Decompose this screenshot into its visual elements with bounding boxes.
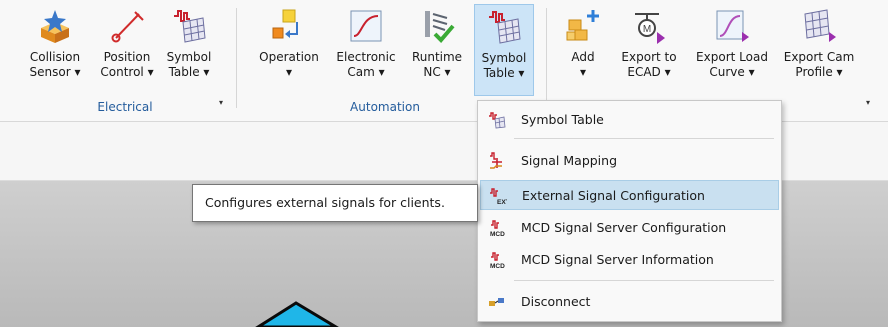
- export-to-ecad-button[interactable]: M Export to ECAD ▾: [614, 4, 684, 96]
- export-load-curve-icon: [716, 10, 749, 42]
- export-ecad-icon: M: [635, 13, 665, 44]
- symbol-table-automation-label: Symbol Table ▾: [481, 51, 527, 80]
- collision-sensor-button[interactable]: Collision Sensor ▾: [20, 4, 90, 96]
- runtime-nc-label: Runtime NC ▾: [411, 50, 463, 79]
- operation-button[interactable]: Operation ▾: [252, 4, 326, 96]
- svg-text:MCD: MCD: [490, 263, 505, 269]
- position-control-button[interactable]: Position Control ▾: [94, 4, 160, 96]
- svg-text:EXT: EXT: [497, 199, 507, 205]
- symbol-table-electrical-button[interactable]: Symbol Table ▾: [164, 4, 214, 96]
- position-control-label: Position Control ▾: [100, 50, 154, 79]
- collision-sensor-label: Collision Sensor ▾: [29, 50, 81, 79]
- export-cam-profile-icon: [804, 9, 836, 42]
- disconnect-icon: [489, 298, 504, 306]
- ribbon-dropdown-icon[interactable]: ▾: [866, 98, 870, 107]
- menu-item-label: Signal Mapping: [521, 153, 618, 168]
- collision-sensor-icon: [41, 10, 69, 43]
- mcd-signal-icon: MCD: [490, 220, 505, 237]
- add-button[interactable]: Add ▾: [558, 4, 608, 96]
- group-separator: [236, 8, 237, 108]
- menu-item-mcd-signal-server-information[interactable]: MCD MCD Signal Server Information: [480, 245, 779, 275]
- position-control-icon: [111, 11, 144, 43]
- menu-item-external-signal-configuration[interactable]: EXT External Signal Configuration: [480, 180, 779, 210]
- electronic-cam-icon: [350, 10, 382, 42]
- add-label: Add ▾: [571, 50, 595, 79]
- menu-item-label: MCD Signal Server Configuration: [521, 220, 727, 235]
- symbol-table-dropdown-menu: Symbol Table Signal Mapping EXT External…: [477, 100, 782, 322]
- electrical-group-dropdown-icon[interactable]: ▾: [219, 98, 223, 107]
- symbol-table-automation-button[interactable]: Symbol Table ▾: [474, 4, 534, 96]
- export-to-ecad-label: Export to ECAD ▾: [621, 50, 677, 79]
- symbol-table-icon: [489, 11, 521, 44]
- group-label-electrical: Electrical: [97, 100, 153, 114]
- menu-item-symbol-table[interactable]: Symbol Table: [480, 105, 779, 135]
- menu-separator: [514, 280, 774, 281]
- mcd-signal-icon: MCD: [490, 252, 505, 269]
- group-separator: [546, 8, 547, 108]
- export-cam-profile-button[interactable]: Export Cam Profile ▾: [778, 4, 860, 96]
- svg-text:M: M: [643, 24, 651, 35]
- runtime-nc-icon: [425, 11, 455, 43]
- menu-separator: [514, 138, 774, 139]
- symbol-table-icon: [174, 10, 206, 43]
- runtime-nc-button[interactable]: Runtime NC ▾: [406, 4, 468, 96]
- group-label-automation: Automation: [350, 100, 420, 114]
- menu-item-label: Symbol Table: [521, 112, 604, 127]
- add-icon: [566, 10, 599, 41]
- operation-label: Operation ▾: [259, 50, 319, 79]
- menu-item-disconnect[interactable]: Disconnect: [480, 287, 779, 317]
- menu-item-label: Disconnect: [521, 294, 591, 309]
- tooltip: Configures external signals for clients.: [192, 184, 478, 222]
- menu-item-mcd-signal-server-configuration[interactable]: MCD MCD Signal Server Configuration: [480, 213, 779, 243]
- svg-text:MCD: MCD: [490, 231, 505, 237]
- symbol-table-electrical-label: Symbol Table ▾: [166, 50, 212, 79]
- export-load-curve-button[interactable]: Export Load Curve ▾: [690, 4, 774, 96]
- symbol-table-icon: [489, 112, 506, 129]
- menu-item-signal-mapping[interactable]: Signal Mapping: [480, 146, 779, 176]
- export-cam-profile-label: Export Cam Profile ▾: [783, 50, 855, 79]
- menu-item-label: External Signal Configuration: [522, 188, 705, 203]
- export-load-curve-label: Export Load Curve ▾: [696, 50, 768, 79]
- electronic-cam-label: Electronic Cam ▾: [336, 50, 396, 79]
- electronic-cam-button[interactable]: Electronic Cam ▾: [330, 4, 402, 96]
- ext-signal-icon: EXT: [490, 188, 507, 205]
- menu-item-label: MCD Signal Server Information: [521, 252, 714, 267]
- operation-icon: [272, 9, 298, 39]
- signal-mapping-icon: [490, 152, 502, 169]
